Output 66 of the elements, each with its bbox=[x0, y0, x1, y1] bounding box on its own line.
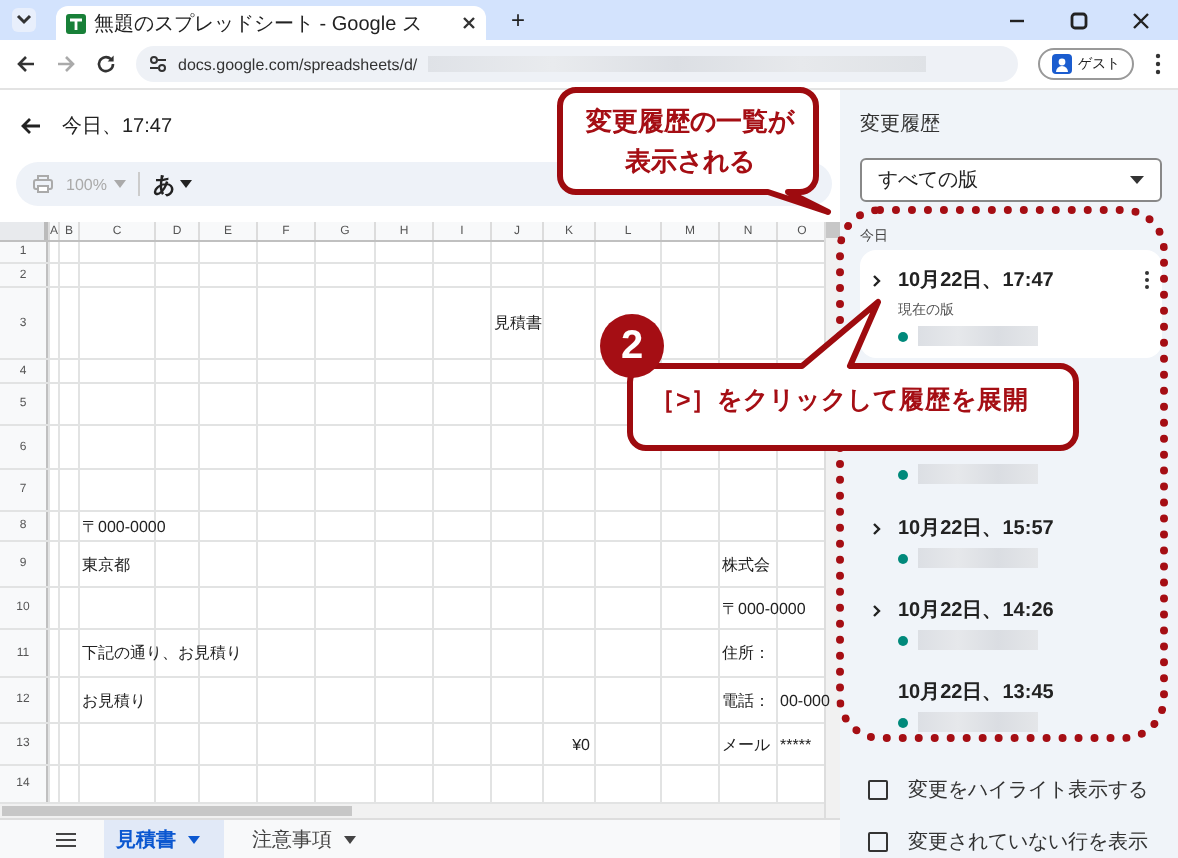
reload-icon[interactable] bbox=[96, 54, 116, 74]
close-icon[interactable] bbox=[462, 16, 476, 30]
chevron-icon[interactable] bbox=[872, 521, 882, 535]
version-date: 10月22日、15:57 bbox=[898, 516, 1054, 542]
table-cell-text: 住所： bbox=[720, 642, 770, 664]
status-dot-icon bbox=[898, 553, 908, 563]
version-filter-dropdown[interactable]: すべての版 bbox=[860, 158, 1162, 202]
table-cell-text: 電話： bbox=[720, 689, 770, 711]
chevron-icon[interactable] bbox=[872, 603, 882, 617]
version-date: 10月22日、17:47 bbox=[898, 268, 1054, 294]
address-bar[interactable]: docs.google.com/spreadsheets/d/ bbox=[136, 46, 1018, 82]
table-cell-text: 株式会 bbox=[720, 553, 770, 575]
checkbox[interactable] bbox=[868, 832, 888, 852]
version-item[interactable]: 10月22日、14:26 bbox=[860, 572, 1162, 654]
sheet-tab[interactable]: 注意事項 bbox=[240, 820, 380, 858]
status-dot-icon bbox=[898, 635, 908, 645]
spreadsheet-icon bbox=[66, 13, 86, 33]
close-icon[interactable] bbox=[1132, 11, 1150, 29]
caret-icon bbox=[114, 180, 127, 188]
redacted-name bbox=[918, 712, 1038, 732]
more-icon[interactable] bbox=[1144, 270, 1150, 290]
checkbox-label: 変更されていない行を表示 bbox=[908, 829, 1148, 856]
back-icon[interactable] bbox=[16, 54, 36, 74]
person-icon bbox=[1052, 54, 1072, 74]
scrollbar[interactable] bbox=[826, 222, 840, 238]
chevron-icon[interactable] bbox=[872, 273, 882, 287]
table-cell-text: 下記の通り、お見積り bbox=[80, 642, 242, 664]
version-title: 今日、17:47 bbox=[62, 114, 173, 140]
callout-text: ［>］をクリックして履歴を展開 bbox=[650, 384, 1031, 418]
table-cell-text: ***** bbox=[778, 735, 812, 753]
checkbox-label: 変更をハイライト表示する bbox=[908, 777, 1148, 804]
table-cell-text: メール bbox=[720, 733, 770, 755]
caret-icon bbox=[1130, 176, 1144, 184]
back-icon[interactable] bbox=[20, 116, 42, 136]
version-item[interactable]: 10月22日、15:57 bbox=[860, 490, 1162, 572]
browser-tab[interactable]: 無題のスプレッドシート - Google ス bbox=[56, 6, 486, 40]
sheet-list-icon[interactable] bbox=[56, 831, 76, 847]
scrollbar[interactable] bbox=[2, 806, 352, 816]
version-item[interactable]: 10月22日、13:45 bbox=[860, 654, 1162, 736]
redacted-name bbox=[918, 326, 1038, 346]
status-dot-icon bbox=[898, 469, 908, 479]
table-cell-text: 東京都 bbox=[80, 553, 130, 575]
table-cell-text: 00-000 bbox=[778, 691, 830, 709]
step-number-badge: 2 bbox=[600, 314, 664, 378]
table-cell-text: 見積書 bbox=[492, 312, 542, 334]
status-dot-icon bbox=[898, 717, 908, 727]
caret-icon bbox=[180, 180, 193, 188]
caret-icon bbox=[344, 835, 356, 843]
maximize-icon[interactable] bbox=[1070, 11, 1088, 29]
tab-list-icon[interactable] bbox=[12, 8, 36, 32]
sheet-tab[interactable]: 見積書 bbox=[104, 820, 224, 858]
table-cell-text: お見積り bbox=[80, 689, 146, 711]
panel-title: 変更履歴 bbox=[860, 111, 942, 138]
table-cell-text: ¥0 bbox=[570, 735, 592, 753]
checkbox[interactable] bbox=[868, 780, 888, 800]
callout-text: 変更履歴の一覧が表示される bbox=[584, 104, 797, 180]
caret-icon bbox=[188, 835, 200, 843]
input-mode-dropdown[interactable]: あ bbox=[152, 169, 193, 199]
more-icon[interactable] bbox=[1154, 52, 1162, 76]
table-cell-text: 〒000-0000 bbox=[80, 515, 166, 537]
status-dot-icon bbox=[898, 331, 908, 341]
site-settings-icon bbox=[148, 54, 168, 74]
new-tab-button[interactable]: + bbox=[506, 6, 530, 34]
table-cell-text: 〒000-0000 bbox=[720, 597, 806, 619]
version-date: 10月22日、13:45 bbox=[898, 680, 1054, 706]
version-date: 10月22日、14:26 bbox=[898, 598, 1054, 624]
